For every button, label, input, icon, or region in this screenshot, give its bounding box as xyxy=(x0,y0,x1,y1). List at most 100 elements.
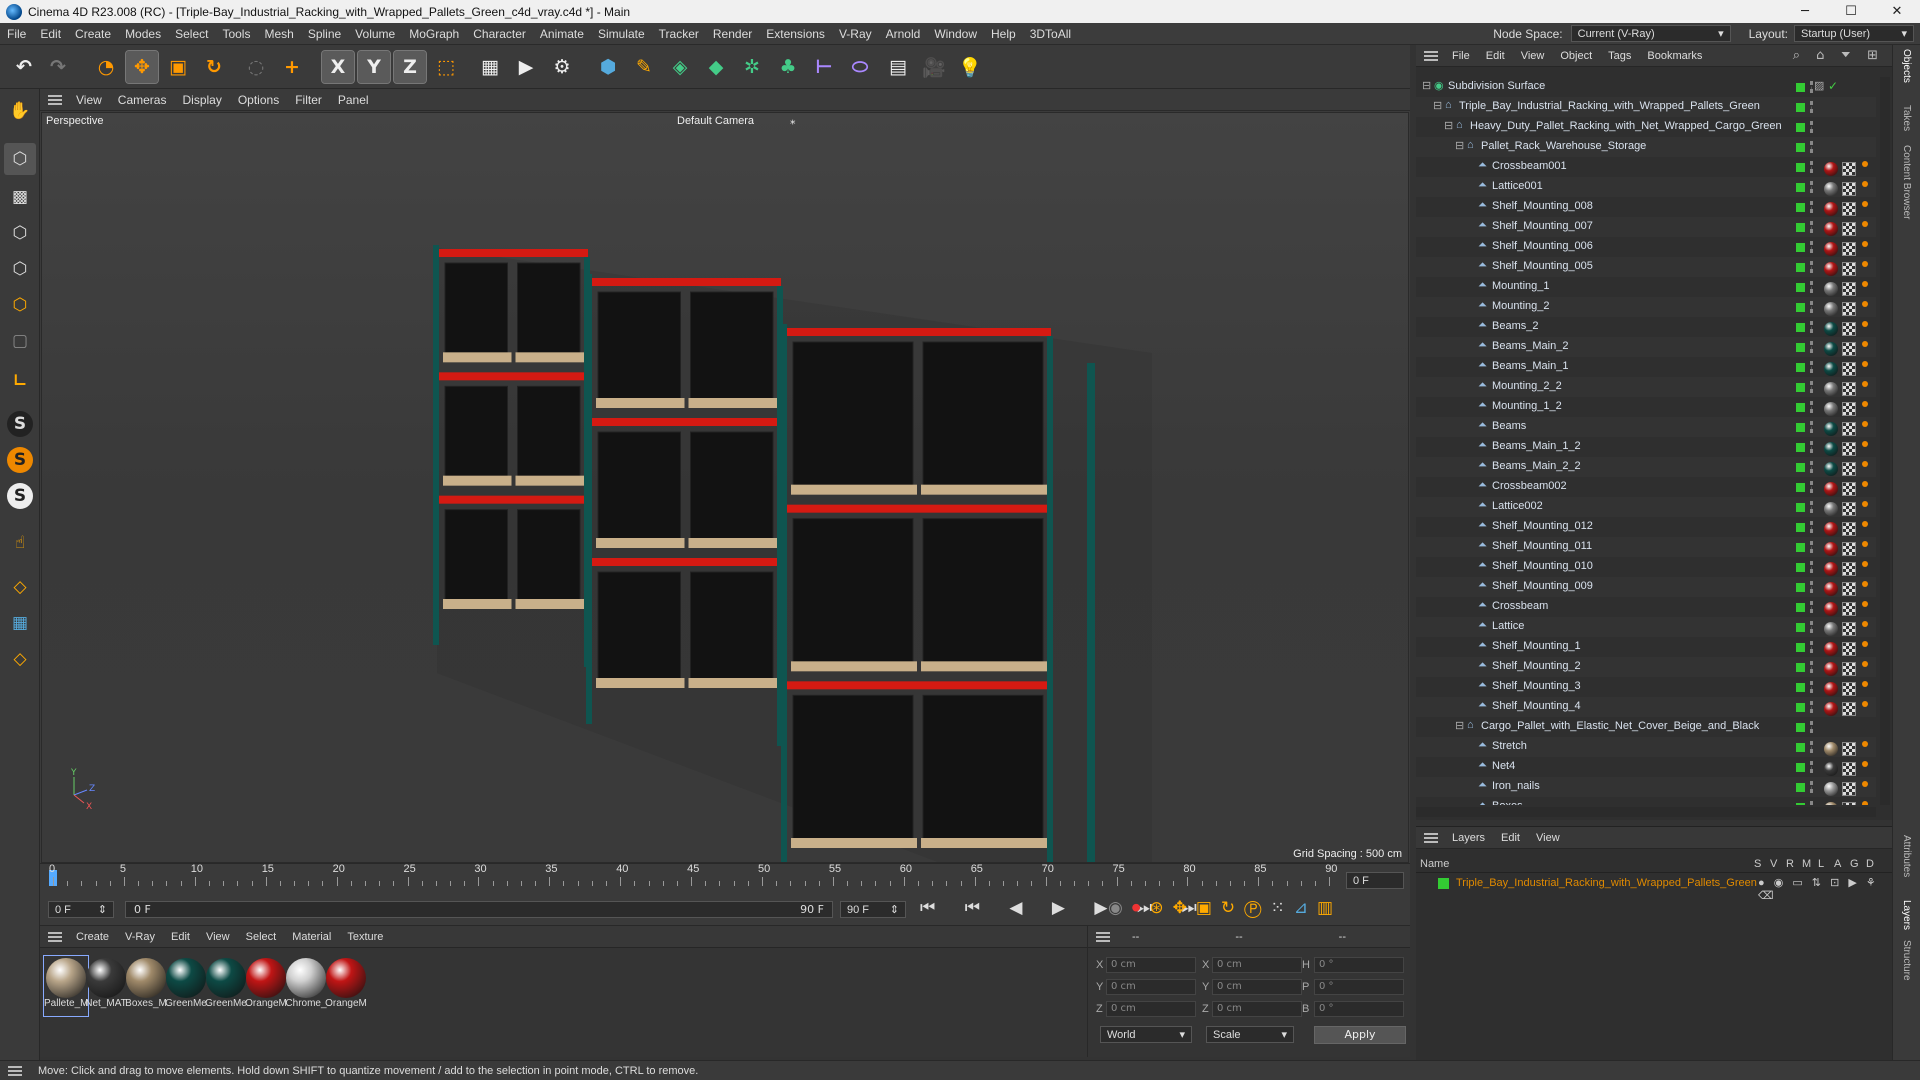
key-param-icon[interactable]: Ⓟ xyxy=(1244,898,1270,918)
key-position-icon[interactable]: ✥ xyxy=(1173,898,1196,918)
menu-window[interactable]: Window xyxy=(927,27,984,41)
material-menu-material[interactable]: Material xyxy=(284,931,339,943)
object-row[interactable]: ⏶ Crossbeam002 xyxy=(1416,477,1876,497)
visibility-dots-icon[interactable] xyxy=(1810,781,1813,793)
pos-x-field[interactable]: 0 cm xyxy=(1106,957,1196,973)
menu-3dtoall[interactable]: 3DToAll xyxy=(1023,27,1078,41)
coord-system-dropdown[interactable]: World ▾ xyxy=(1100,1026,1192,1043)
visibility-dots-icon[interactable] xyxy=(1810,221,1813,233)
vray-tag-icon[interactable] xyxy=(1862,681,1868,687)
object-row[interactable]: ⏶ Shelf_Mounting_4 xyxy=(1416,697,1876,717)
menu-tracker[interactable]: Tracker xyxy=(652,27,706,41)
material-menu-texture[interactable]: Texture xyxy=(339,931,391,943)
material-tag-icon[interactable] xyxy=(1824,342,1838,356)
snap-icon[interactable]: S xyxy=(7,411,33,437)
menu-volume[interactable]: Volume xyxy=(348,27,402,41)
layer-color-flag[interactable] xyxy=(1796,343,1805,352)
layer-color-flag[interactable] xyxy=(1796,543,1805,552)
material-tag-icon[interactable] xyxy=(1824,282,1838,296)
object-row[interactable]: ⏶ Shelf_Mounting_1 xyxy=(1416,637,1876,657)
redo-icon[interactable]: ↷ xyxy=(42,51,74,83)
expand-icon[interactable]: ⊟ xyxy=(1455,139,1464,152)
material-tag-icon[interactable] xyxy=(1824,162,1838,176)
layer-col-l[interactable]: L xyxy=(1818,858,1834,870)
visibility-dots-icon[interactable] xyxy=(1810,741,1813,753)
layer-color-flag[interactable] xyxy=(1796,303,1805,312)
viewport-menu-filter[interactable]: Filter xyxy=(287,93,330,107)
menu-help[interactable]: Help xyxy=(984,27,1023,41)
x-axis-lock-icon[interactable]: X xyxy=(321,50,355,84)
uvw-tag-icon[interactable] xyxy=(1842,542,1856,556)
object-row[interactable]: ⏶ Shelf_Mounting_011 xyxy=(1416,537,1876,557)
layer-color-flag[interactable] xyxy=(1796,363,1805,372)
layer-color-flag[interactable] xyxy=(1796,783,1805,792)
object-row[interactable]: ⏶ Shelf_Mounting_007 xyxy=(1416,217,1876,237)
layer-col-m[interactable]: M xyxy=(1802,858,1818,870)
vray-tag-icon[interactable] xyxy=(1862,601,1868,607)
horizontal-scrollbar[interactable] xyxy=(1416,807,1876,817)
object-row[interactable]: ⏶ Mounting_2 xyxy=(1416,297,1876,317)
visibility-dots-icon[interactable] xyxy=(1810,761,1813,773)
timeline-ruler[interactable]: 0 5 10 15 20 25 30 35 40 45 50 55 60 65 70 75 80 85 90 xyxy=(40,863,1340,886)
coordinate-tool-icon[interactable]: + xyxy=(276,51,308,83)
material-tag-icon[interactable] xyxy=(1824,802,1838,805)
object-row[interactable]: ⏶ Lattice002 xyxy=(1416,497,1876,517)
layer-color-flag[interactable] xyxy=(1796,463,1805,472)
vertical-scrollbar[interactable] xyxy=(1880,77,1890,805)
material-tag-icon[interactable] xyxy=(1824,402,1838,416)
vray-tag-icon[interactable] xyxy=(1862,241,1868,247)
uvw-tag-icon[interactable] xyxy=(1842,182,1856,196)
vray-tag-icon[interactable] xyxy=(1862,341,1868,347)
menu-simulate[interactable]: Simulate xyxy=(591,27,652,41)
material-tag-icon[interactable] xyxy=(1824,422,1838,436)
size-z-field[interactable]: 0 cm xyxy=(1212,1001,1302,1017)
uvw-tag-icon[interactable] xyxy=(1842,482,1856,496)
menu-create[interactable]: Create xyxy=(68,27,118,41)
uvw-tag-icon[interactable] xyxy=(1842,762,1856,776)
layout-dropdown[interactable]: Startup (User) ▾ xyxy=(1794,25,1914,42)
render-view-icon[interactable]: ▶ xyxy=(510,51,542,83)
rotate-tool-icon[interactable]: ↻ xyxy=(198,51,230,83)
viewport-menu-view[interactable]: View xyxy=(68,93,110,107)
enabled-check-icon[interactable]: ✓ xyxy=(1828,79,1838,93)
size-y-field[interactable]: 0 cm xyxy=(1212,979,1302,995)
material-tag-icon[interactable] xyxy=(1824,242,1838,256)
vray-tag-icon[interactable] xyxy=(1862,521,1868,527)
visibility-dots-icon[interactable] xyxy=(1810,181,1813,193)
menu-animate[interactable]: Animate xyxy=(533,27,591,41)
uvw-tag-icon[interactable] xyxy=(1842,622,1856,636)
edges-mode-icon[interactable]: ⬡ xyxy=(4,253,36,285)
uvw-tag-icon[interactable] xyxy=(1842,402,1856,416)
menu-edit[interactable]: Edit xyxy=(33,27,68,41)
vray-tag-icon[interactable] xyxy=(1862,181,1868,187)
material-tag-icon[interactable] xyxy=(1824,182,1838,196)
visibility-dots-icon[interactable] xyxy=(1810,81,1813,93)
material-tag-icon[interactable] xyxy=(1824,322,1838,336)
close-button[interactable]: ✕ xyxy=(1874,0,1920,23)
apply-button[interactable]: Apply xyxy=(1314,1026,1406,1044)
vray-tag-icon[interactable] xyxy=(1862,501,1868,507)
material-tag-icon[interactable] xyxy=(1824,562,1838,576)
layer-color-flag[interactable] xyxy=(1796,483,1805,492)
hamburger-icon[interactable] xyxy=(48,931,62,942)
side-tab-takes[interactable]: Takes xyxy=(1901,105,1912,131)
expand-icon[interactable]: ⊟ xyxy=(1433,99,1442,112)
uvw-tag-icon[interactable] xyxy=(1842,262,1856,276)
menu-character[interactable]: Character xyxy=(466,27,533,41)
uvw-tag-icon[interactable] xyxy=(1842,562,1856,576)
uvw-tag-icon[interactable] xyxy=(1842,802,1856,805)
vray-tag-icon[interactable] xyxy=(1862,761,1868,767)
material-swatch[interactable]: GreenMe xyxy=(204,956,248,1016)
object-menu-view[interactable]: View xyxy=(1513,50,1553,62)
material-swatch[interactable]: Net_MAT xyxy=(84,956,128,1016)
layer-color-flag[interactable] xyxy=(1796,523,1805,532)
layer-color-flag[interactable] xyxy=(1796,323,1805,332)
menu-tools[interactable]: Tools xyxy=(215,27,257,41)
object-row[interactable]: ⏶ Shelf_Mounting_005 xyxy=(1416,257,1876,277)
material-tag-icon[interactable] xyxy=(1824,542,1838,556)
material-tag-icon[interactable] xyxy=(1824,502,1838,516)
vray-tag-icon[interactable] xyxy=(1862,621,1868,627)
layer-col-r[interactable]: R xyxy=(1786,858,1802,870)
render-region-icon[interactable]: ▦ xyxy=(474,51,506,83)
uvw-tag-icon[interactable] xyxy=(1842,502,1856,516)
